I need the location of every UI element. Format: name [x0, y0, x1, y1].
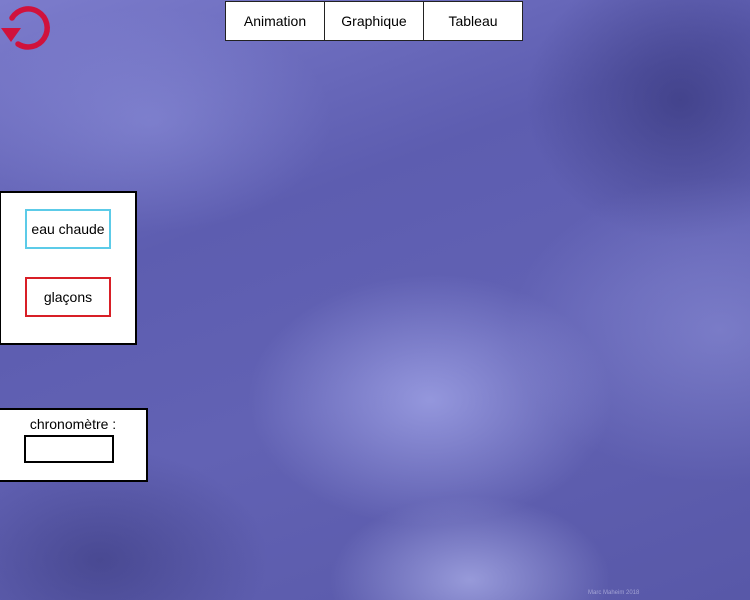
tab-tableau[interactable]: Tableau [423, 1, 523, 41]
reset-arrow-icon [1, 6, 50, 50]
tab-graphique[interactable]: Graphique [324, 1, 424, 41]
reset-button[interactable] [0, 2, 54, 52]
chronometer-label: chronomètre : [29, 416, 117, 432]
hot-water-button[interactable]: eau chaude [25, 209, 111, 249]
view-tabs: Animation Graphique Tableau [225, 1, 523, 41]
action-panel: eau chaude glaçons [0, 191, 137, 345]
chronometer-display [24, 435, 114, 463]
chronometer-panel: chronomètre : [0, 408, 148, 482]
credit-text: Marc Maheim 2018 [588, 590, 640, 596]
tab-animation[interactable]: Animation [225, 1, 325, 41]
ice-cubes-button[interactable]: glaçons [25, 277, 111, 317]
